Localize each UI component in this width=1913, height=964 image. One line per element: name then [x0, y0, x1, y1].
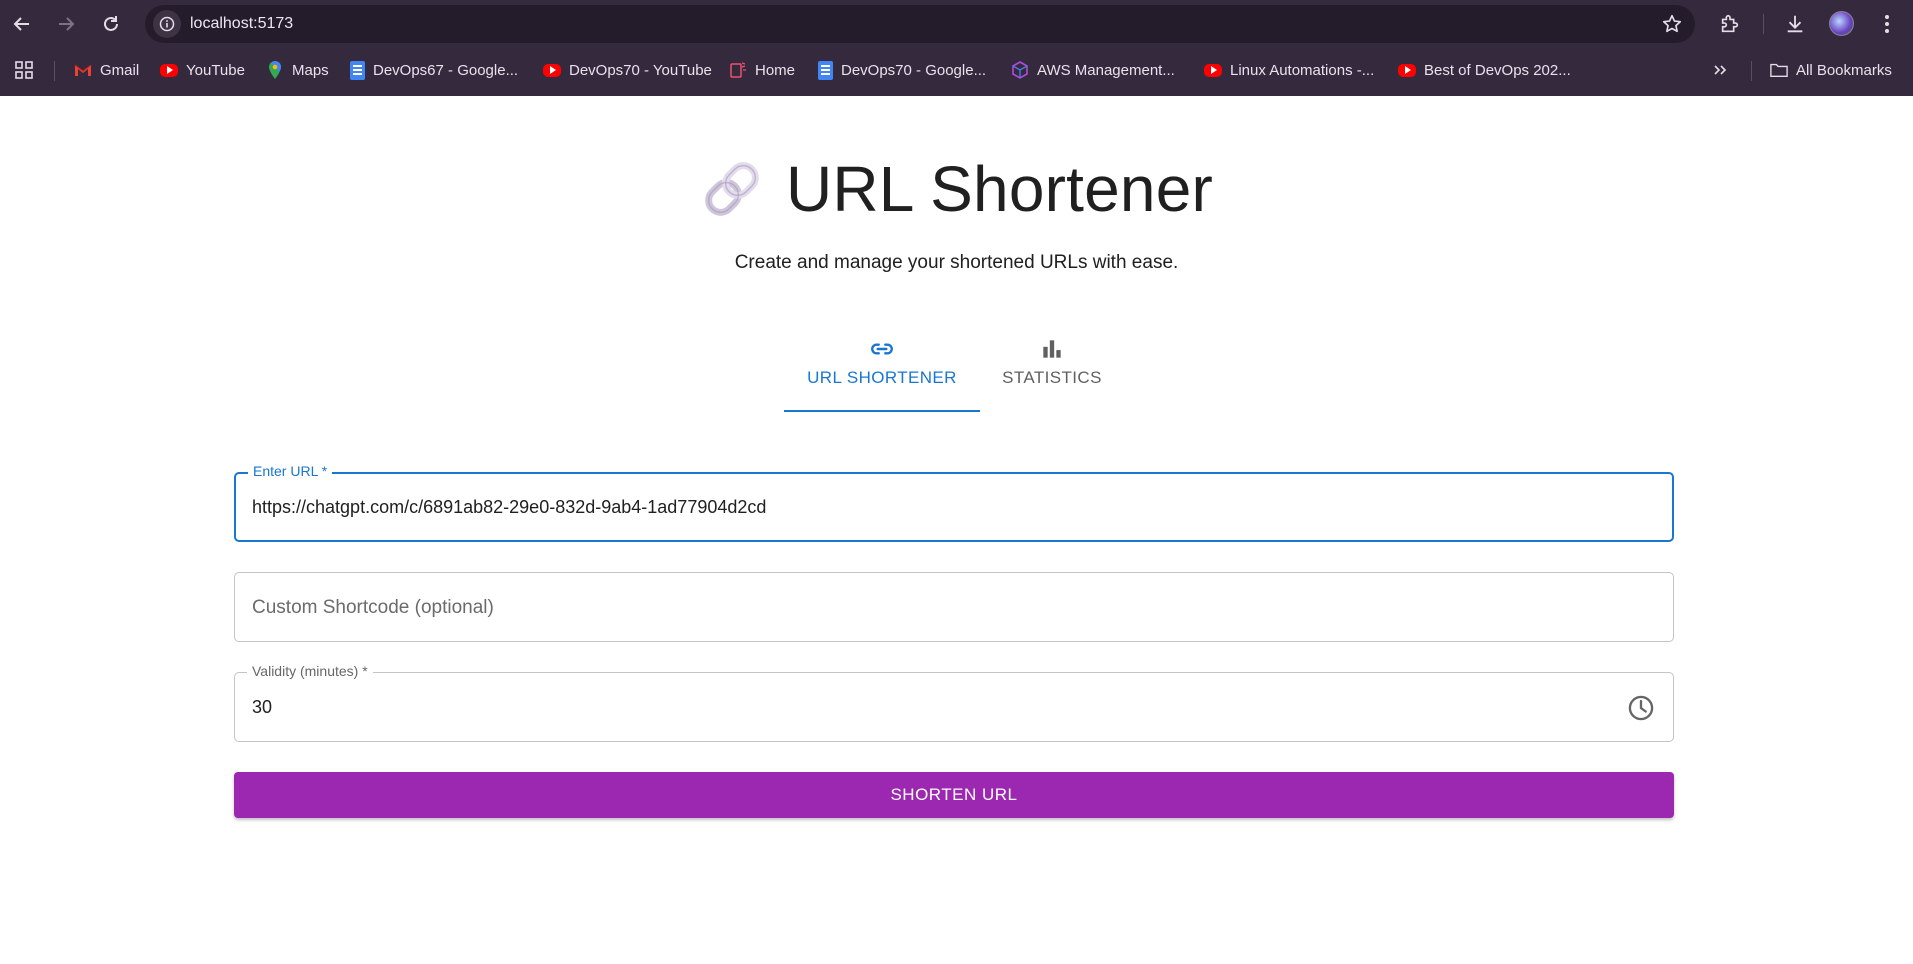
bookmark-label: Maps	[292, 61, 329, 79]
reload-button[interactable]	[97, 10, 125, 38]
double-chevron-right-icon	[1714, 65, 1727, 75]
reload-icon	[104, 16, 118, 31]
forward-arrow-icon	[59, 17, 75, 31]
tab-url-shortener[interactable]: URL SHORTENER	[784, 334, 980, 412]
bookmark-label: Gmail	[100, 61, 140, 79]
toolbar-divider	[1763, 14, 1764, 34]
link-icon	[871, 343, 893, 355]
clock-icon	[1628, 695, 1654, 721]
google-docs-icon	[350, 60, 365, 80]
page-subtitle: Create and manage your shortened URLs wi…	[734, 252, 1179, 273]
bookmark-youtube[interactable]: YouTube	[160, 58, 245, 82]
bookmarks-divider	[1751, 61, 1752, 81]
bookmark-best-of-devops[interactable]: Best of DevOps 202...	[1398, 58, 1571, 82]
folder-icon	[1770, 61, 1788, 79]
kebab-menu-icon	[1885, 15, 1889, 33]
forward-button[interactable]	[52, 10, 80, 38]
downloads-button[interactable]	[1782, 11, 1808, 37]
bookmark-star-button[interactable]	[1661, 13, 1683, 35]
more-bookmarks-button[interactable]	[1712, 58, 1728, 82]
validity-input-value: 30	[252, 697, 273, 717]
browser-toolbar: localhost:5173	[0, 0, 1913, 48]
gmail-icon	[74, 61, 92, 79]
bookmarks-bar: Gmail YouTube Maps DevOps67 - Google... …	[0, 48, 1913, 94]
address-bar[interactable]: localhost:5173	[145, 5, 1695, 43]
bookmark-label: Linux Automations -...	[1230, 61, 1375, 79]
apps-button[interactable]	[14, 58, 34, 82]
page-title: URL Shortener	[785, 153, 1214, 225]
tab-label: STATISTICS	[1002, 368, 1102, 387]
tab-bar: URL SHORTENER STATISTICS	[784, 334, 1124, 412]
profile-avatar[interactable]	[1829, 11, 1854, 36]
validity-input[interactable]: Validity (minutes) * 30	[234, 663, 1674, 742]
url-input-value: https://chatgpt.com/c/6891ab82-29e0-832d…	[252, 497, 767, 517]
back-arrow-icon	[13, 17, 29, 31]
site-info-button[interactable]	[153, 10, 181, 38]
bookmark-label: Best of DevOps 202...	[1424, 61, 1571, 79]
shorten-url-button[interactable]: SHORTEN URL	[234, 772, 1674, 818]
browser-menu-button[interactable]	[1874, 11, 1900, 37]
url-input-label: Enter URL *	[248, 463, 333, 479]
download-icon	[1787, 15, 1803, 33]
tab-statistics[interactable]: STATISTICS	[980, 334, 1124, 410]
puzzle-icon	[1721, 14, 1739, 33]
app-page: URL Shortener Create and manage your sho…	[0, 96, 1913, 964]
address-bar-url: localhost:5173	[190, 15, 294, 32]
bookmark-label: YouTube	[186, 61, 245, 79]
bookmark-devops67-docs[interactable]: DevOps67 - Google...	[350, 58, 518, 82]
bookmark-aws[interactable]: AWS Management...	[1011, 58, 1175, 82]
star-icon	[1662, 14, 1682, 33]
chain-link-icon	[705, 162, 759, 216]
bookmarks-divider	[54, 61, 55, 81]
apps-grid-icon	[15, 61, 33, 79]
extensions-button[interactable]	[1717, 11, 1743, 37]
back-button[interactable]	[8, 10, 36, 38]
youtube-icon	[160, 63, 178, 77]
youtube-icon	[1204, 63, 1222, 77]
google-docs-icon	[818, 60, 833, 80]
tab-label: URL SHORTENER	[807, 368, 957, 387]
maps-icon	[266, 61, 284, 79]
bookmark-label: DevOps70 - YouTube	[569, 61, 712, 79]
bookmark-label: Home	[755, 61, 796, 79]
bookmark-devops70-youtube[interactable]: DevOps70 - YouTube	[543, 58, 712, 82]
bookmark-devops70-docs[interactable]: DevOps70 - Google...	[818, 58, 986, 82]
bar-chart-icon	[1043, 340, 1061, 358]
home-icon	[729, 61, 747, 79]
bookmark-label: AWS Management...	[1037, 61, 1175, 79]
bookmark-linux-automations[interactable]: Linux Automations -...	[1204, 58, 1374, 82]
bookmark-gmail[interactable]: Gmail	[74, 58, 139, 82]
custom-shortcode-input[interactable]: Custom Shortcode (optional)	[234, 572, 1674, 642]
all-bookmarks-label: All Bookmarks	[1796, 61, 1892, 79]
browser-chrome: localhost:5173 Gmail YouTube Maps DevOps…	[0, 0, 1913, 96]
info-icon	[159, 16, 175, 32]
youtube-icon	[543, 63, 561, 77]
bookmark-maps[interactable]: Maps	[266, 58, 329, 82]
page-header: URL Shortener	[0, 152, 1913, 226]
youtube-icon	[1398, 63, 1416, 77]
all-bookmarks-button[interactable]: All Bookmarks	[1770, 58, 1892, 82]
custom-shortcode-placeholder: Custom Shortcode (optional)	[252, 597, 494, 618]
validity-input-label: Validity (minutes) *	[247, 663, 373, 679]
url-input[interactable]: Enter URL * https://chatgpt.com/c/6891ab…	[234, 463, 1674, 542]
bookmark-home[interactable]: Home	[729, 58, 795, 82]
bookmark-label: DevOps67 - Google...	[373, 61, 519, 79]
aws-cube-icon	[1011, 61, 1029, 79]
bookmark-label: DevOps70 - Google...	[841, 61, 987, 79]
